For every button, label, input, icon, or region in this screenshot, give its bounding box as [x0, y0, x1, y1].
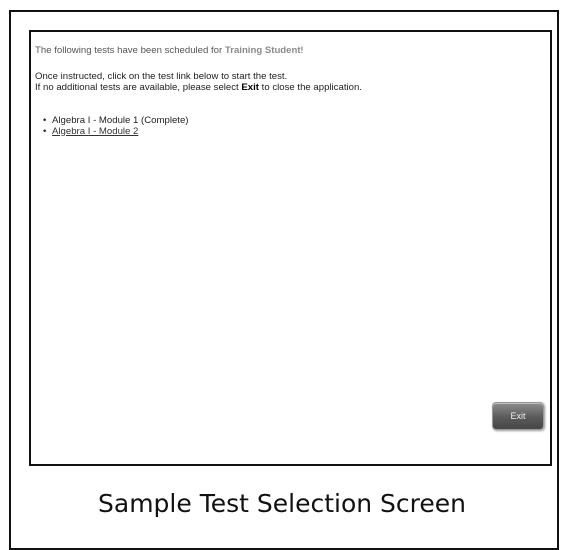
figure-caption: Sample Test Selection Screen [98, 489, 466, 518]
instruction-line-2-prefix: If no additional tests are available, pl… [35, 82, 242, 93]
intro-suffix: ! [300, 45, 304, 56]
exit-keyword: Exit [241, 82, 260, 93]
instruction-line-1: Once instructed, click on the test link … [35, 71, 288, 82]
exit-button[interactable]: Exit [492, 402, 544, 430]
instructions-text: Once instructed, click on the test link … [35, 71, 362, 93]
instruction-line-2-suffix: to close the application. [259, 82, 362, 93]
intro-prefix: The following tests have been scheduled … [35, 45, 225, 56]
instruction-line-2: If no additional tests are available, pl… [35, 82, 362, 93]
test-item-module-2[interactable]: Algebra I - Module 2 [43, 126, 189, 138]
student-name: Training Student [224, 45, 301, 56]
test-link-module-2[interactable]: Algebra I - Module 2 [52, 126, 138, 137]
scheduled-tests-message: The following tests have been scheduled … [35, 45, 303, 56]
test-label-module-1: Algebra I - Module 1 (Complete) [52, 115, 189, 126]
test-list: Algebra I - Module 1 (Complete) Algebra … [43, 115, 189, 138]
test-selection-screen: The following tests have been scheduled … [29, 30, 552, 466]
